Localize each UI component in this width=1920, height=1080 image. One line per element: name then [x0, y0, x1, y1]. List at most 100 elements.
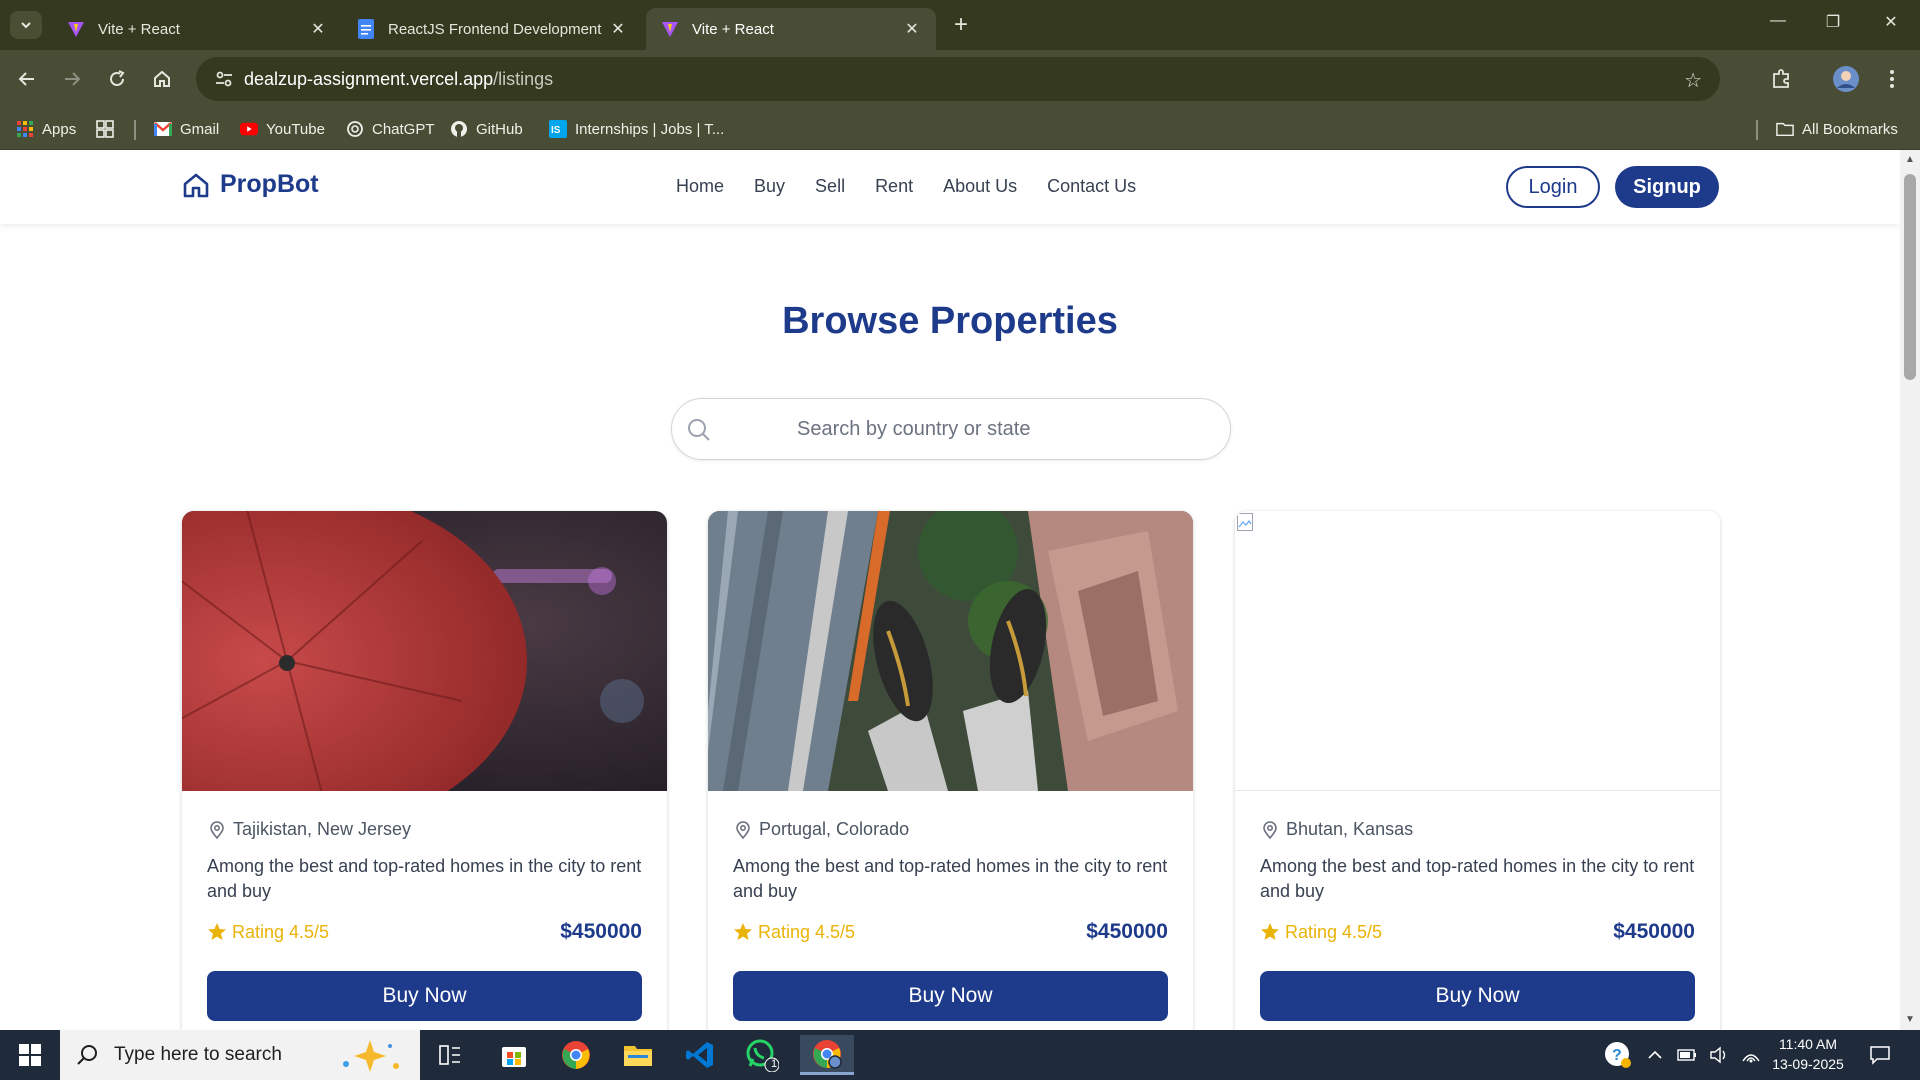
search-icon	[688, 419, 710, 441]
location-pin-icon	[736, 820, 750, 839]
bookmark-tab-groups[interactable]	[96, 118, 122, 140]
tab-title: Vite + React	[692, 20, 774, 38]
location-text: Bhutan, Kansas	[1286, 819, 1414, 839]
wifi-icon[interactable]	[1736, 1035, 1766, 1075]
listing-location: Bhutan, Kansas	[1260, 819, 1695, 840]
clock-date: 13-09-2025	[1772, 1056, 1844, 1072]
new-tab-button[interactable]: +	[948, 13, 974, 39]
scroll-up-icon[interactable]: ▲	[1904, 154, 1916, 166]
bookmark-label: ChatGPT	[372, 120, 435, 138]
nav-about-us[interactable]: About Us	[943, 176, 1017, 197]
github-icon	[450, 120, 468, 138]
page-scrollbar[interactable]: ▲ ▼	[1900, 150, 1920, 1030]
battery-icon[interactable]	[1672, 1035, 1702, 1075]
system-clock[interactable]: 11:40 AM 13-09-2025	[1768, 1034, 1848, 1074]
red-umbrella-photo	[182, 511, 667, 791]
task-view-icon[interactable]	[426, 1035, 474, 1075]
bookmark-github[interactable]: GitHub	[450, 118, 523, 140]
browser-tab-1[interactable]: Vite + React ✕	[52, 8, 342, 50]
buy-now-button[interactable]: Buy Now	[733, 971, 1168, 1021]
bookmarks-bar: Apps Gmail YouTube ChatGPT GitHub IS Int	[0, 108, 1920, 150]
browser-menu-icon[interactable]	[1877, 64, 1907, 94]
listing-body: Bhutan, Kansas Among the best and top-ra…	[1260, 819, 1695, 1021]
login-button[interactable]: Login	[1506, 166, 1600, 208]
chrome-active-window-icon[interactable]	[800, 1035, 854, 1075]
notifications-icon[interactable]	[1862, 1035, 1898, 1075]
nav-home[interactable]: Home	[676, 176, 724, 197]
star-icon	[1261, 923, 1279, 940]
microsoft-store-icon[interactable]	[490, 1035, 538, 1075]
location-pin-icon	[1263, 820, 1277, 839]
profile-avatar[interactable]	[1831, 64, 1861, 94]
bookmark-youtube[interactable]: YouTube	[240, 118, 325, 140]
site-info-icon[interactable]	[204, 64, 244, 94]
listing-location: Tajikistan, New Jersey	[207, 819, 642, 840]
home-icon[interactable]	[147, 64, 177, 94]
url-text: dealzup-assignment.vercel.app/listings	[244, 69, 553, 90]
listing-description: Among the best and top-rated homes in th…	[1260, 856, 1695, 901]
chevron-up-icon[interactable]	[1640, 1035, 1670, 1075]
svg-text:IS: IS	[551, 125, 561, 136]
bookmark-label: YouTube	[266, 120, 325, 138]
copilot-sparkle-icon	[343, 1040, 399, 1072]
nav-contact-us[interactable]: Contact Us	[1047, 176, 1136, 197]
listing-description: Among the best and top-rated homes in th…	[733, 856, 1168, 901]
chrome-icon[interactable]	[552, 1035, 600, 1075]
listing-card: Bhutan, Kansas Among the best and top-ra…	[1235, 511, 1720, 1030]
tab-title: Vite + React	[98, 20, 180, 38]
close-icon[interactable]: ✕	[902, 19, 922, 39]
close-icon[interactable]: ✕	[308, 19, 328, 39]
svg-text:?: ?	[1612, 1047, 1622, 1064]
home-logo-icon	[183, 173, 209, 197]
search-input[interactable]	[672, 417, 1230, 441]
bookmark-apps[interactable]: Apps	[16, 118, 76, 140]
all-bookmarks[interactable]: All Bookmarks	[1776, 118, 1898, 140]
windows-start-icon[interactable]	[0, 1030, 60, 1080]
minimize-icon[interactable]: —	[1763, 12, 1793, 36]
taskbar-search[interactable]: Type here to search	[60, 1030, 420, 1080]
scroll-down-icon[interactable]: ▼	[1904, 1014, 1916, 1026]
buy-now-button[interactable]: Buy Now	[1260, 971, 1695, 1021]
scrollbar-thumb[interactable]	[1904, 174, 1916, 380]
bookmark-gmail[interactable]: Gmail	[154, 118, 219, 140]
bookmark-internships[interactable]: IS Internships | Jobs | T...	[549, 118, 724, 140]
back-icon[interactable]	[12, 64, 42, 94]
location-pin-icon	[210, 820, 224, 839]
browser-tab-2[interactable]: ReactJS Frontend Development ✕	[342, 8, 642, 50]
vite-icon	[660, 19, 680, 39]
listing-card: Tajikistan, New Jersey Among the best an…	[182, 511, 667, 1030]
listing-description: Among the best and top-rated homes in th…	[207, 856, 642, 901]
broken-image-icon	[1237, 513, 1253, 531]
window-close-icon[interactable]: ✕	[1876, 12, 1906, 36]
help-icon[interactable]: ?	[1600, 1035, 1636, 1075]
docs-icon	[356, 19, 376, 39]
bookmark-star-icon[interactable]: ☆	[1684, 68, 1702, 93]
extensions-icon[interactable]	[1766, 64, 1796, 94]
nav-rent[interactable]: Rent	[875, 176, 913, 197]
url-path: /listings	[493, 68, 554, 89]
page-viewport: PropBot Home Buy Sell Rent About Us Cont…	[0, 150, 1920, 1030]
rating-text: Rating 4.5/5	[232, 921, 330, 942]
restore-icon[interactable]: ❐	[1818, 12, 1848, 36]
nav-buy[interactable]: Buy	[754, 176, 785, 197]
rating-text: Rating 4.5/5	[1285, 921, 1383, 942]
close-icon[interactable]: ✕	[608, 19, 628, 39]
nav-sell[interactable]: Sell	[815, 176, 845, 197]
buy-now-button[interactable]: Buy Now	[207, 971, 642, 1021]
forward-icon[interactable]	[57, 64, 87, 94]
browser-toolbar: dealzup-assignment.vercel.app/listings ☆	[0, 50, 1920, 108]
whatsapp-unread-badge: 1	[771, 1058, 778, 1070]
tab-search-button[interactable]	[10, 11, 42, 39]
whatsapp-icon[interactable]: 1	[738, 1035, 786, 1075]
volume-icon[interactable]	[1704, 1035, 1734, 1075]
listing-price: $450000	[560, 920, 642, 943]
search-bar	[671, 398, 1231, 460]
file-explorer-icon[interactable]	[614, 1035, 662, 1075]
reload-icon[interactable]	[102, 64, 132, 94]
browser-tab-3-active[interactable]: Vite + React ✕	[646, 8, 936, 50]
vscode-icon[interactable]	[676, 1035, 724, 1075]
signup-button[interactable]: Signup	[1615, 166, 1719, 208]
bookmark-chatgpt[interactable]: ChatGPT	[346, 118, 435, 140]
brand-logo[interactable]: PropBot	[182, 170, 319, 199]
address-bar[interactable]: dealzup-assignment.vercel.app/listings ☆	[196, 57, 1720, 101]
